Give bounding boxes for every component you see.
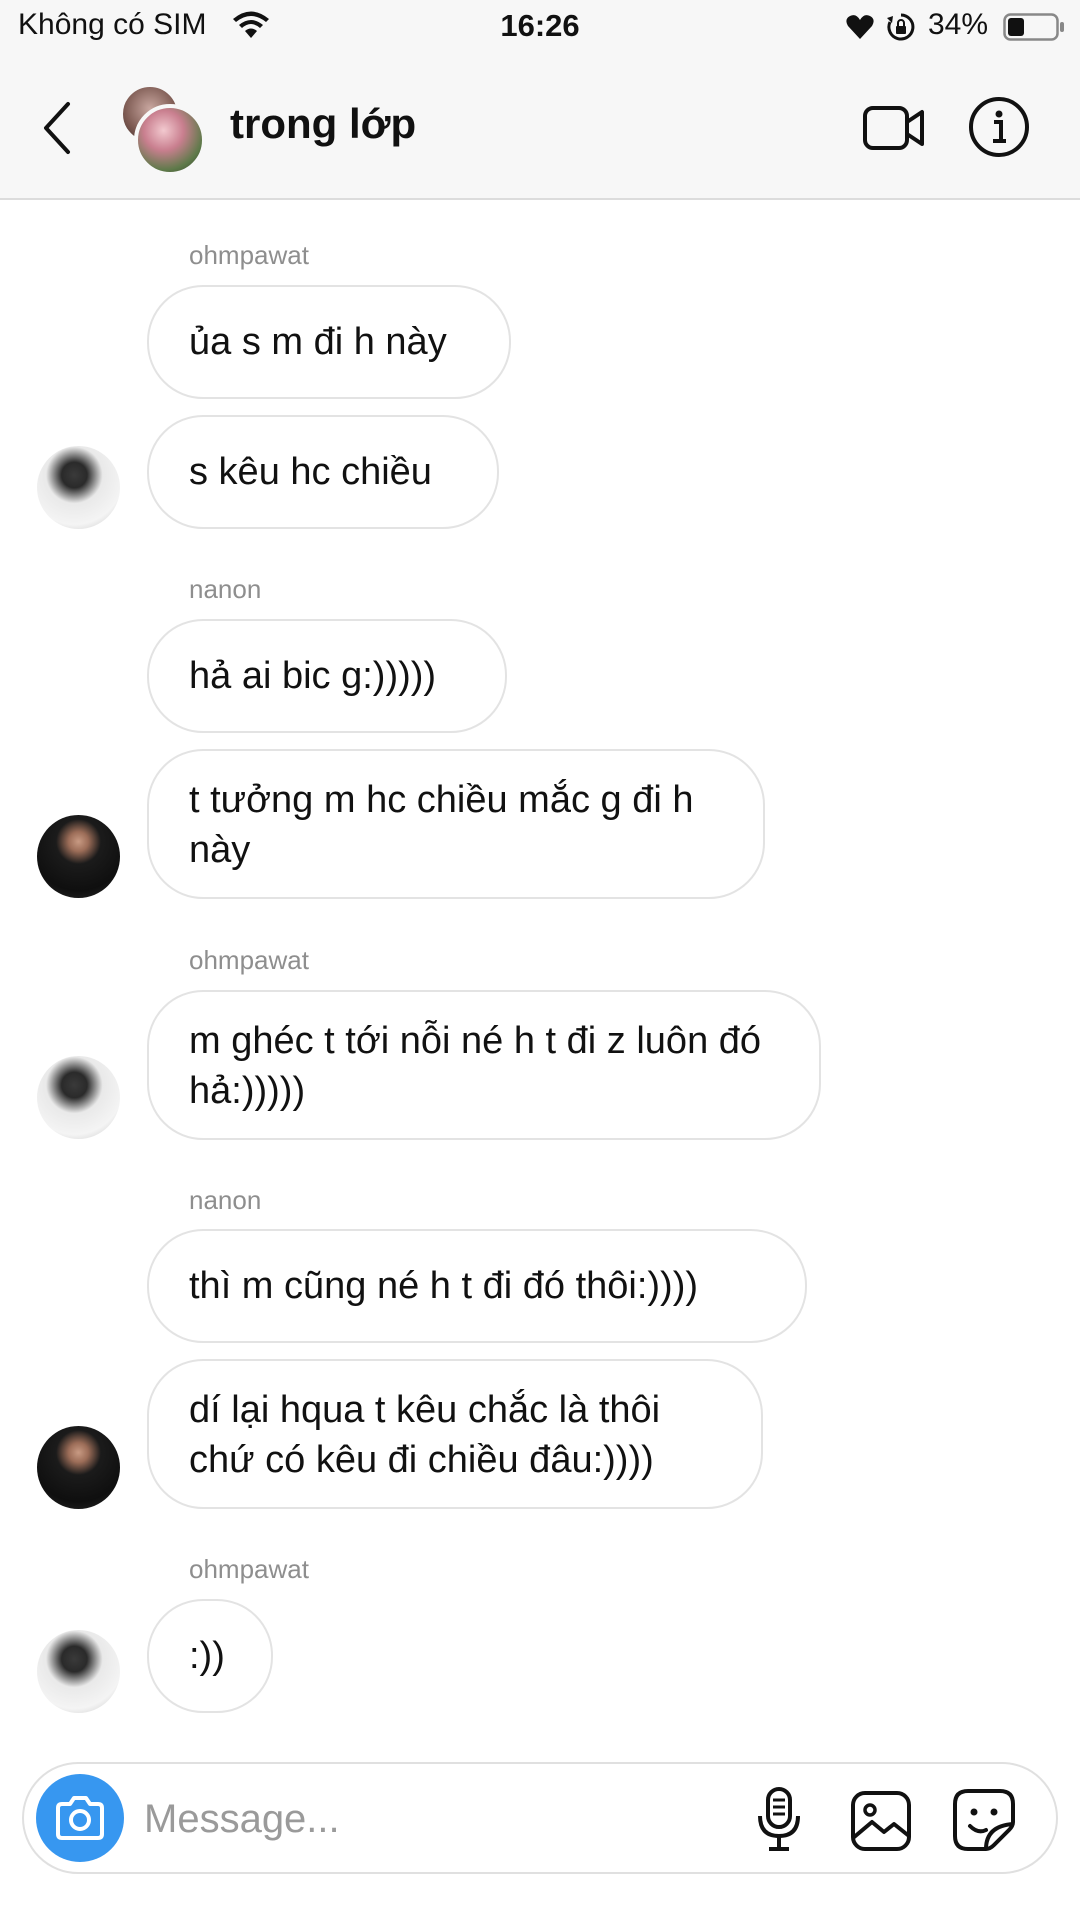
mic-icon[interactable] <box>754 1786 804 1852</box>
message-bubble[interactable]: s kêu hc chiều <box>147 415 499 529</box>
status-bar: Không có SIM 16:26 34% <box>0 0 1080 56</box>
message-input[interactable] <box>142 1790 622 1848</box>
message-bubble[interactable]: :)) <box>147 1599 273 1713</box>
gallery-icon[interactable] <box>850 1790 912 1852</box>
status-time: 16:26 <box>500 8 580 43</box>
sender-name: nanon <box>189 1185 262 1215</box>
camera-button[interactable] <box>36 1774 124 1862</box>
sender-name: ohmpawat <box>189 240 309 270</box>
message-composer <box>22 1762 1058 1874</box>
sender-name: ohmpawat <box>189 1554 309 1584</box>
sender-name: ohmpawat <box>189 945 309 975</box>
message-bubble[interactable]: dí lại hqua t kêu chắc là thôi chứ có kê… <box>147 1359 763 1509</box>
heart-icon <box>846 15 874 39</box>
avatar[interactable] <box>37 1630 120 1713</box>
message-bubble[interactable]: ủa s m đi h này <box>147 285 511 399</box>
back-icon[interactable] <box>40 100 74 156</box>
video-call-icon[interactable] <box>862 102 926 154</box>
avatar[interactable] <box>37 1056 120 1139</box>
battery-icon <box>1003 13 1064 41</box>
message-bubble[interactable]: t tưởng m hc chiều mắc g đi h này <box>147 749 765 899</box>
avatar[interactable] <box>37 446 120 529</box>
group-avatar-front <box>134 104 206 176</box>
info-icon[interactable] <box>968 96 1030 158</box>
battery-percent: 34% <box>928 8 989 41</box>
battery-fill <box>1008 18 1024 36</box>
chat-title[interactable]: trong lớp <box>230 100 416 148</box>
sticker-icon[interactable] <box>952 1788 1016 1852</box>
avatar[interactable] <box>37 1426 120 1509</box>
lock-rotation-icon <box>887 13 915 41</box>
message-bubble[interactable]: hả ai bic g:))))) <box>147 619 507 733</box>
group-avatar[interactable] <box>118 84 210 176</box>
message-bubble[interactable]: thì m cũng né h t đi đó thôi:)))) <box>147 1229 807 1343</box>
message-bubble[interactable]: m ghéc t tới nỗi né h t đi z luôn đó hả:… <box>147 990 821 1140</box>
camera-icon <box>56 1796 104 1840</box>
sender-name: nanon <box>189 574 262 604</box>
avatar[interactable] <box>37 815 120 898</box>
chat-header: trong lớp <box>0 56 1080 200</box>
